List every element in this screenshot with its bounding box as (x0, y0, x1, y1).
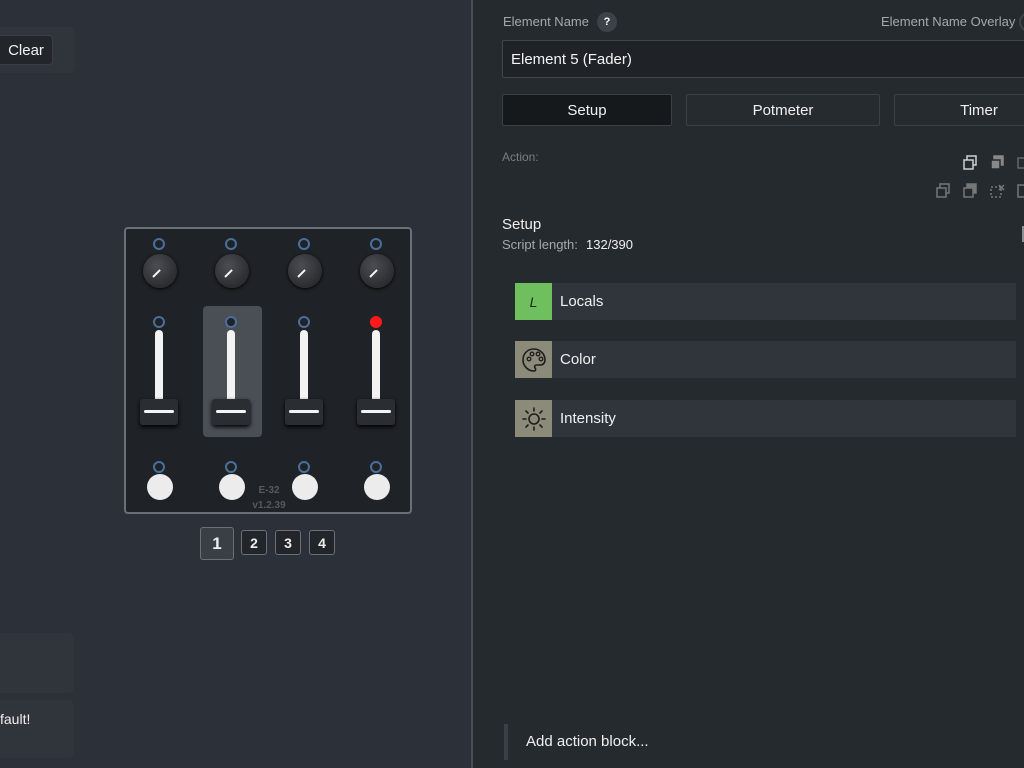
led-bottom-4 (370, 461, 382, 473)
led-top-4 (370, 238, 382, 250)
led-mid-1 (153, 316, 165, 328)
action-block-color[interactable]: Color (515, 341, 1016, 378)
page-button-4[interactable]: 4 (309, 530, 335, 555)
push-button-1[interactable] (147, 474, 173, 500)
sun-icon (515, 400, 552, 437)
block-label: Intensity (560, 410, 616, 427)
led-top-1 (153, 238, 165, 250)
clear-icon[interactable] (1016, 155, 1024, 171)
element-config-panel: Element Name ? Element Name Overlay Setu… (473, 0, 1024, 768)
block-label: Color (560, 351, 596, 368)
setup-title: Setup (502, 216, 542, 233)
led-mid-2 (225, 316, 237, 328)
push-button-4[interactable] (364, 474, 390, 500)
merge-icon[interactable] (962, 183, 978, 199)
clear-toast: Clear (0, 27, 75, 73)
page-button-1[interactable]: 1 (200, 527, 234, 560)
led-top-3 (298, 238, 310, 250)
push-button-3[interactable] (292, 474, 318, 500)
tab-setup[interactable]: Setup (502, 94, 672, 126)
delete-icon[interactable] (1016, 183, 1024, 199)
element-name-label: Element Name (503, 14, 589, 29)
tab-potmeter[interactable]: Potmeter (686, 94, 880, 126)
led-mid-3 (298, 316, 310, 328)
duplicate-icon[interactable] (935, 183, 951, 199)
module-name: E-32 (258, 485, 280, 496)
potmeter-knob-1[interactable] (143, 254, 177, 288)
page-button-2[interactable]: 2 (241, 530, 267, 555)
led-bottom-2 (225, 461, 237, 473)
script-length-value: 132/390 (586, 237, 633, 252)
script-length-label: Script length: (502, 237, 578, 252)
add-action-block-button[interactable]: Add action block... (504, 724, 1024, 760)
overlay-help-icon[interactable] (1019, 12, 1024, 32)
palette-icon (515, 341, 552, 378)
potmeter-knob-2[interactable] (215, 254, 249, 288)
add-action-block-label: Add action block... (526, 733, 649, 750)
module-version: v1.2.39 (252, 500, 286, 511)
e32-module: E-32 v1.2.39 (124, 227, 412, 514)
element-name-input[interactable] (502, 40, 1024, 78)
control-surface-area: Clear fault! E-32 v1.2.39 1 2 3 4 (0, 0, 472, 768)
element-name-overlay-label: Element Name Overlay (881, 14, 1016, 29)
locals-icon: L (515, 283, 552, 320)
notification-toast (0, 633, 74, 693)
notification-toast: fault! (0, 700, 74, 758)
push-button-2[interactable] (219, 474, 245, 500)
action-label: Action: (502, 150, 539, 164)
led-top-2 (225, 238, 237, 250)
paste-icon[interactable] (989, 155, 1005, 171)
fader-handle-2[interactable] (212, 399, 250, 425)
fader-handle-4[interactable] (357, 399, 395, 425)
copy-icon[interactable] (962, 155, 978, 171)
page-button-3[interactable]: 3 (275, 530, 301, 555)
block-label: Locals (560, 293, 604, 310)
cut-icon[interactable] (989, 183, 1005, 199)
clear-button[interactable]: Clear (0, 35, 53, 65)
potmeter-knob-4[interactable] (360, 254, 394, 288)
tab-timer[interactable]: Timer (894, 94, 1024, 126)
action-block-intensity[interactable]: Intensity (515, 400, 1016, 437)
fader-handle-1[interactable] (140, 399, 178, 425)
led-mid-4 (370, 316, 382, 328)
led-bottom-1 (153, 461, 165, 473)
help-icon[interactable]: ? (597, 12, 617, 32)
fader-handle-3[interactable] (285, 399, 323, 425)
action-block-locals[interactable]: L Locals (515, 283, 1016, 320)
potmeter-knob-3[interactable] (288, 254, 322, 288)
toast-message: fault! (0, 711, 31, 727)
led-bottom-3 (298, 461, 310, 473)
